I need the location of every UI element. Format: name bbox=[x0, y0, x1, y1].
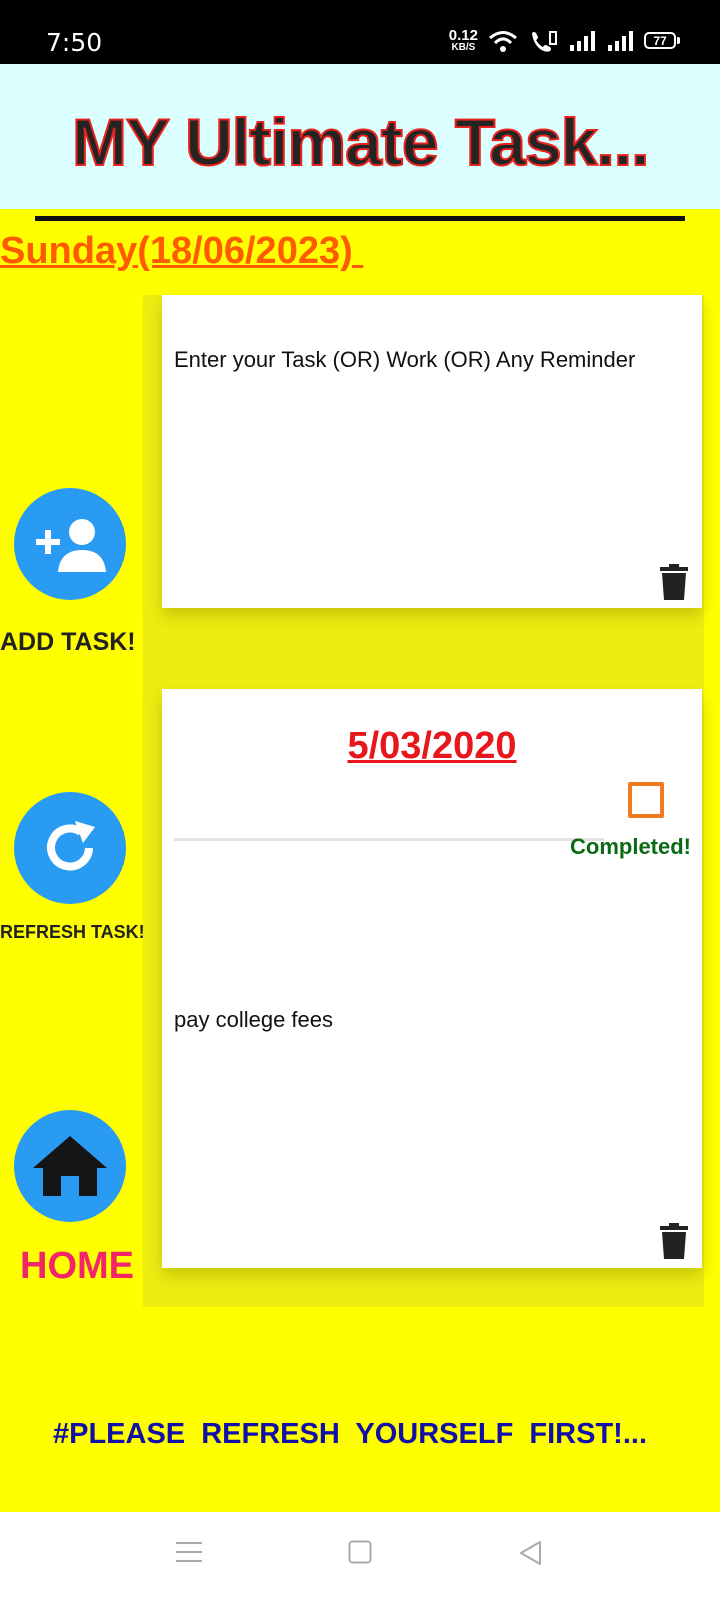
network-speed: 0.12 KB/S bbox=[449, 28, 478, 53]
delete-icon[interactable] bbox=[660, 1223, 688, 1259]
menu-icon[interactable] bbox=[176, 1540, 202, 1564]
wifi-icon bbox=[489, 30, 517, 52]
task-text[interactable]: pay college fees bbox=[174, 1007, 333, 1033]
status-bar: 7:50 0.12 KB/S 77 bbox=[0, 0, 720, 64]
footer-note: #PLEASE REFRESH YOURSELF FIRST!... bbox=[52, 1418, 648, 1450]
completed-label: Completed! bbox=[570, 834, 691, 859]
task-card[interactable]: Enter your Task (OR) Work (OR) Any Remin… bbox=[162, 295, 702, 608]
status-time: 7:50 bbox=[46, 28, 103, 57]
app-title: MY Ultimate Task... bbox=[71, 104, 650, 180]
add-person-icon bbox=[36, 519, 106, 572]
signal-icon bbox=[608, 30, 633, 51]
status-icons: 0.12 KB/S 77 bbox=[449, 28, 680, 53]
system-nav-bar bbox=[0, 1512, 720, 1600]
current-date-label: Sunday(18/06/2023) bbox=[0, 230, 364, 272]
task-date: 5/03/2020 bbox=[347, 725, 517, 767]
refresh-task-button[interactable] bbox=[14, 792, 126, 904]
app-header: MY Ultimate Task... bbox=[0, 64, 720, 209]
home-label: HOME bbox=[20, 1245, 134, 1287]
battery-icon: 77 bbox=[644, 32, 680, 49]
signal-icon bbox=[570, 30, 595, 51]
add-task-label: ADD TASK! bbox=[0, 628, 136, 656]
home-button[interactable] bbox=[14, 1110, 126, 1222]
home-nav-icon[interactable] bbox=[348, 1540, 372, 1564]
task-text[interactable]: Enter your Task (OR) Work (OR) Any Remin… bbox=[174, 347, 635, 373]
network-speed-unit: KB/S bbox=[451, 42, 476, 53]
back-icon[interactable] bbox=[518, 1540, 542, 1566]
delete-icon[interactable] bbox=[660, 564, 688, 600]
task-card[interactable]: 5/03/2020 Completed! pay college fees bbox=[162, 689, 702, 1268]
home-icon bbox=[33, 1136, 107, 1196]
call-signal-icon bbox=[532, 30, 557, 52]
task-divider bbox=[174, 838, 604, 841]
refresh-task-label: REFRESH TASK! bbox=[0, 922, 145, 942]
battery-level: 77 bbox=[653, 33, 667, 48]
add-task-button[interactable] bbox=[14, 488, 126, 600]
network-speed-value: 0.12 bbox=[448, 27, 478, 44]
completed-checkbox[interactable] bbox=[628, 782, 664, 818]
refresh-icon bbox=[47, 821, 95, 871]
header-divider bbox=[35, 216, 685, 221]
